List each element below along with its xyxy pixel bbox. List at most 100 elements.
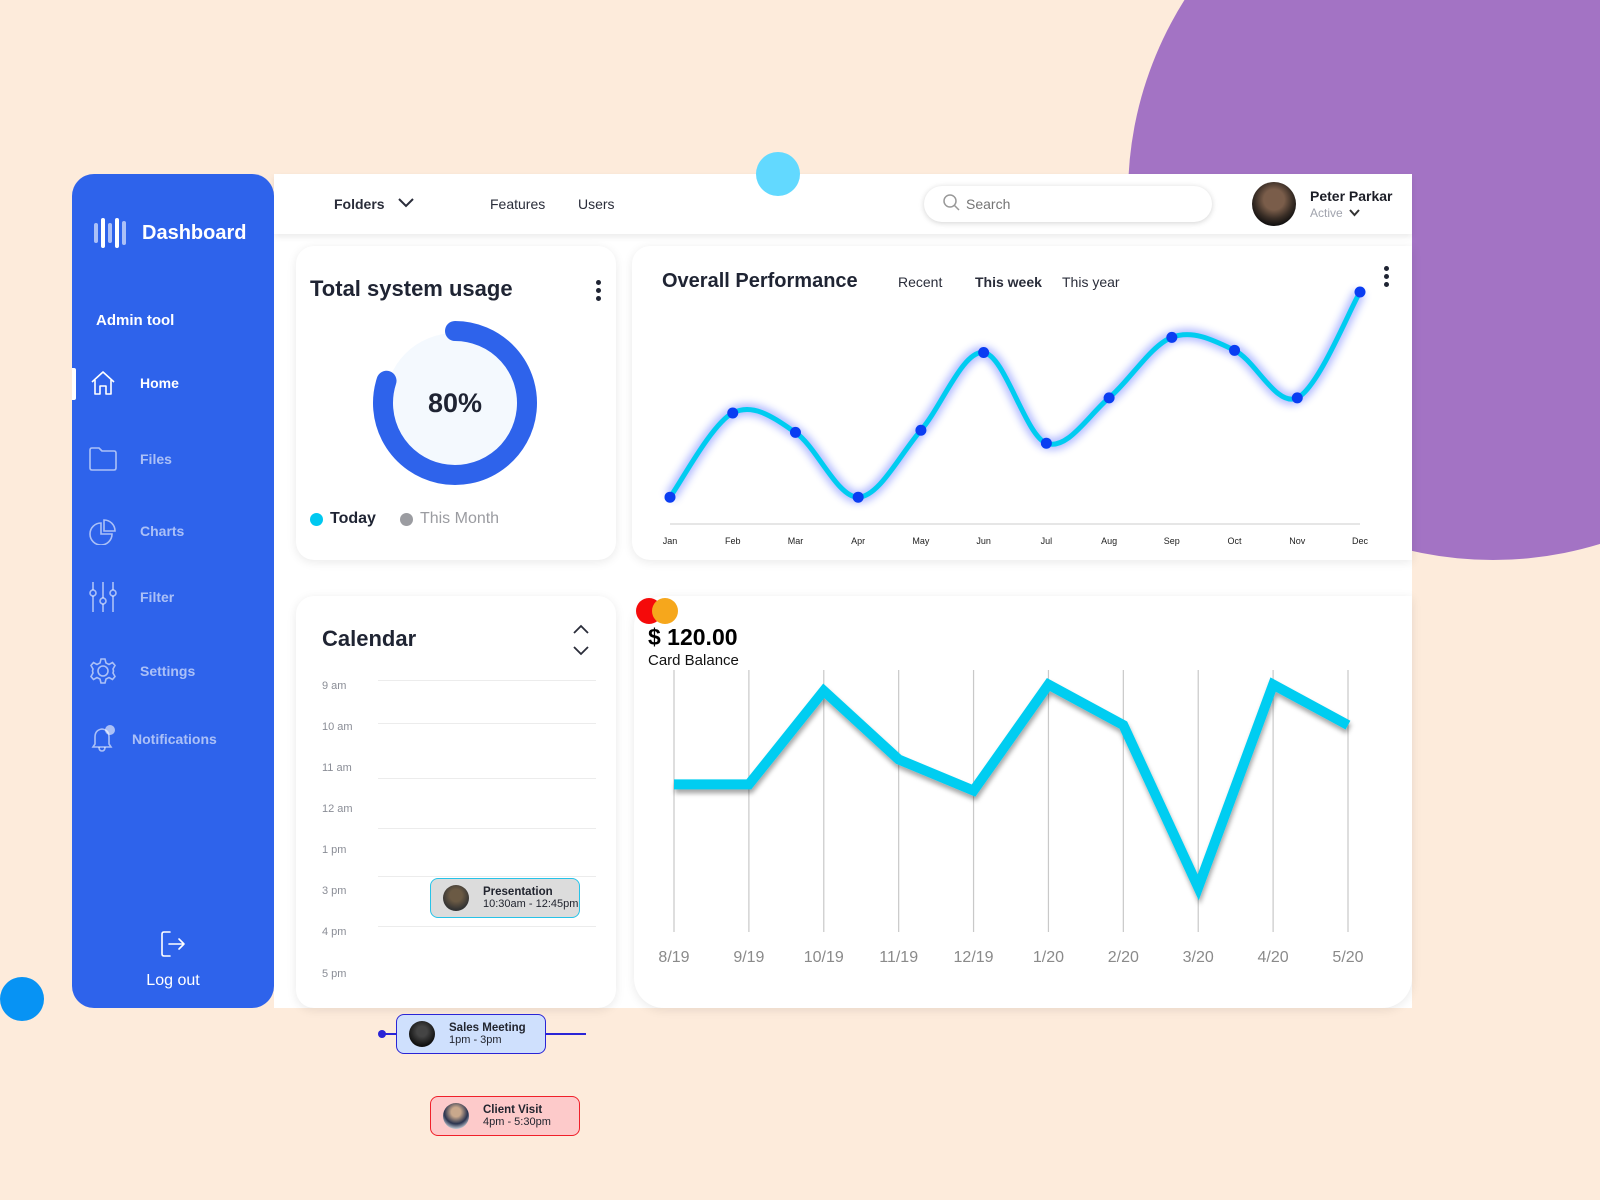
section-label: Admin tool — [96, 312, 175, 329]
gear-icon — [88, 656, 118, 686]
legend-this-month[interactable]: This Month — [399, 510, 500, 528]
sidebar-item-label: Notifications — [132, 731, 217, 747]
brand[interactable]: Dashboard — [94, 218, 246, 248]
sidebar-item-notifications[interactable]: Notifications — [88, 724, 217, 754]
logout-label: Log out — [146, 972, 200, 989]
x-tick-label: 1/20 — [1033, 949, 1064, 966]
logout-icon — [159, 931, 187, 963]
event-title: Sales Meeting — [449, 1022, 526, 1034]
user-status-label: Active — [1310, 206, 1343, 220]
bell-icon — [88, 724, 118, 754]
hour-gridline — [378, 926, 596, 927]
x-tick-label: 2/20 — [1108, 949, 1139, 966]
sidebar-item-home[interactable]: Home — [88, 368, 179, 398]
data-point[interactable] — [1166, 331, 1178, 343]
x-tick-label: Jul — [1041, 536, 1053, 546]
hour-label: 11 am — [322, 762, 352, 774]
event-avatar — [443, 1103, 469, 1129]
x-tick-label: Jun — [976, 536, 991, 546]
data-point[interactable] — [1291, 392, 1303, 404]
folders-label: Folders — [334, 196, 385, 212]
data-point[interactable] — [1229, 344, 1241, 356]
brand-title: Dashboard — [142, 221, 247, 244]
x-tick-label: Aug — [1101, 536, 1117, 546]
event-client-visit[interactable]: Client Visit 4pm - 5:30pm — [430, 1096, 580, 1136]
sidebar-item-charts[interactable]: Charts — [88, 516, 184, 546]
sliders-icon — [88, 582, 118, 612]
x-tick-label: 4/20 — [1258, 949, 1289, 966]
overall-performance-card: Overall Performance Recent This week Thi… — [632, 246, 1412, 560]
data-point[interactable] — [1354, 286, 1366, 298]
search-input[interactable] — [966, 196, 1186, 212]
main-panel: Folders Features Users Peter Parkar Acti… — [274, 174, 1412, 1136]
sidebar-item-label: Filter — [140, 589, 175, 605]
data-point[interactable] — [727, 407, 739, 419]
x-tick-label: 5/20 — [1332, 949, 1363, 966]
x-tick-label: Jan — [663, 536, 678, 546]
x-tick-label: Dec — [1352, 536, 1369, 546]
performance-line-chart: Jan Feb Mar Apr May Jun Jul Aug Sep Oct Nov Dec — [663, 286, 1369, 546]
users-link[interactable]: Users — [578, 196, 615, 212]
legend-dot-icon — [310, 512, 323, 526]
chevron-down-icon — [1348, 206, 1360, 220]
search-icon — [942, 193, 960, 216]
usage-legend: Today This Month — [310, 510, 499, 528]
x-tick-label: 8/19 — [658, 949, 689, 966]
card-title: Calendar — [322, 626, 417, 651]
features-link[interactable]: Features — [490, 196, 545, 212]
user-menu[interactable]: Peter Parkar Active — [1252, 182, 1393, 226]
data-point[interactable] — [978, 346, 990, 358]
sidebar-item-label: Home — [140, 375, 179, 391]
series-line — [674, 677, 1351, 901]
pie-chart-icon — [88, 516, 118, 546]
hour-gridline — [378, 680, 596, 681]
hour-gridline — [378, 876, 596, 877]
equalizer-logo-icon — [94, 218, 126, 248]
calendar-card: Calendar Presentation 10:30am - 12:45pm S… — [296, 596, 616, 1136]
folder-icon — [88, 444, 118, 474]
hour-label: 4 pm — [322, 926, 347, 938]
card-balance-line-chart: 8/19 9/19 10/19 11/19 12/19 1/20 2/20 3/20 4/20 5… — [658, 670, 1364, 966]
event-sales-meeting[interactable]: Sales Meeting 1pm - 3pm — [396, 1014, 546, 1054]
hour-label: 10 am — [322, 721, 353, 733]
chevron-up-icon[interactable] — [572, 622, 590, 640]
logout-button[interactable]: Log out — [72, 929, 274, 990]
avatar — [1252, 182, 1296, 226]
data-point[interactable] — [915, 424, 927, 436]
chevron-down-icon[interactable] — [572, 644, 590, 662]
data-point[interactable] — [1103, 392, 1115, 404]
data-point[interactable] — [664, 491, 676, 503]
legend-label: Today — [330, 510, 376, 527]
event-title: Client Visit — [483, 1104, 543, 1116]
sidebar-item-settings[interactable]: Settings — [88, 656, 195, 686]
x-tick-label: 12/19 — [954, 949, 994, 966]
data-point[interactable] — [789, 426, 801, 438]
data-point[interactable] — [1040, 437, 1052, 449]
decorative-cyan-dot — [756, 152, 800, 196]
x-tick-label: Nov — [1289, 536, 1306, 546]
x-tick-label: Apr — [851, 536, 865, 546]
data-point[interactable] — [852, 491, 864, 503]
x-tick-label: 11/19 — [879, 949, 918, 966]
sidebar-item-label: Charts — [140, 523, 185, 539]
hour-label: 5 pm — [322, 968, 347, 980]
usage-percent: 80% — [427, 387, 483, 418]
search-bar[interactable] — [924, 186, 1212, 222]
event-time: 1pm - 3pm — [449, 1034, 502, 1046]
event-presentation[interactable]: Presentation 10:30am - 12:45pm — [430, 878, 580, 918]
calendar-nav — [572, 622, 590, 662]
x-tick-label: 10/19 — [804, 949, 844, 966]
sidebar-item-files[interactable]: Files — [88, 444, 172, 474]
legend-label: This Month — [419, 510, 500, 527]
hour-gridline — [378, 828, 596, 829]
sidebar-item-filter[interactable]: Filter — [88, 582, 174, 612]
hour-label: 9 am — [322, 680, 347, 692]
folders-dropdown[interactable]: Folders — [334, 196, 415, 212]
sidebar-item-label: Files — [140, 451, 172, 467]
current-time-marker — [378, 1030, 386, 1038]
x-tick-label: Oct — [1228, 536, 1243, 546]
legend-today[interactable]: Today — [310, 510, 376, 528]
x-tick-label: 3/20 — [1183, 949, 1214, 966]
home-icon — [88, 368, 118, 398]
more-options-icon[interactable] — [596, 280, 602, 301]
